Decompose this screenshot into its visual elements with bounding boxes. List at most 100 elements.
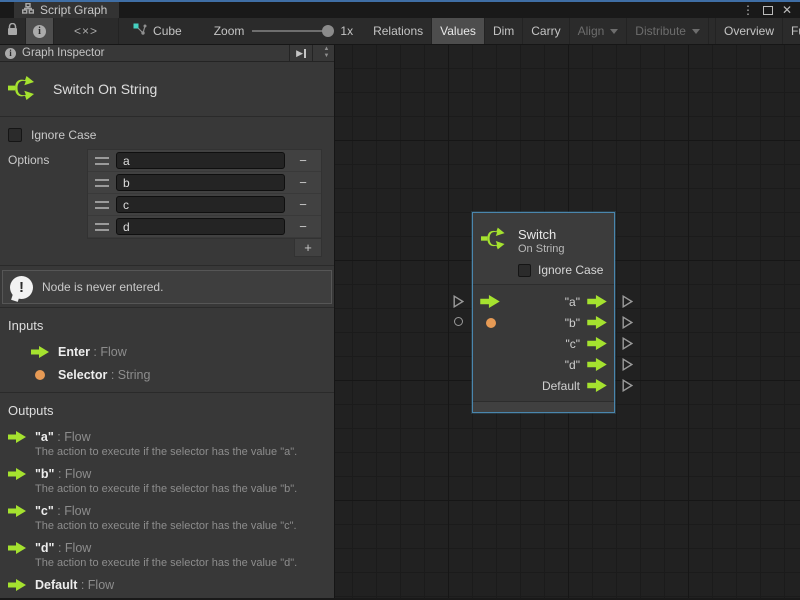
node-header[interactable]: Switch On String Ignore Case (473, 213, 614, 284)
remove-option-button[interactable]: − (289, 175, 317, 190)
toolbar-button[interactable]: Align (570, 18, 628, 44)
flow-output-port-icon[interactable] (587, 316, 607, 329)
node-subtitle: On String (518, 243, 564, 255)
outputs-header: Outputs (8, 403, 326, 418)
dock-panel-button[interactable]: ▶ (289, 45, 313, 61)
info-icon: i (5, 48, 16, 59)
option-value-input[interactable] (116, 218, 285, 235)
port-label: "a" (565, 295, 580, 309)
dock-triangle-icon: ▶ (296, 48, 303, 59)
value-connection-stub-icon[interactable] (454, 317, 463, 326)
toolbar-button[interactable]: Full Screen (783, 18, 800, 44)
inspector-header: i Graph Inspector ▶ ▲ ▼ (0, 45, 334, 62)
output-port-row: "a" : Flow (8, 430, 326, 444)
add-option-button[interactable]: + (294, 239, 322, 257)
option-row: − (88, 216, 321, 238)
scroll-down-icon[interactable]: ▼ (324, 53, 330, 60)
unit-title: Switch On String (53, 81, 157, 97)
unit-settings-section: Ignore Case Options − (0, 117, 334, 266)
graph-reference-button[interactable]: Cube (119, 18, 196, 44)
output-port-row: "b" : Flow (8, 467, 326, 481)
option-value-input[interactable] (116, 196, 285, 213)
toolbar-buttons: Relations Values Dim Carry Align (365, 18, 800, 44)
remove-option-button[interactable]: − (289, 153, 317, 168)
flow-input-port-icon[interactable] (480, 295, 500, 308)
flow-output-port-icon[interactable] (587, 337, 607, 350)
flow-port-icon (31, 346, 49, 358)
port-label: "d" (565, 358, 580, 372)
inspector-toggle-button[interactable]: i (26, 18, 54, 44)
node-port-row: Default (473, 375, 614, 396)
flow-connection-stub-icon[interactable] (622, 316, 633, 332)
flow-connection-stub-icon[interactable] (622, 295, 633, 311)
toolbar-button[interactable]: Values (432, 18, 485, 44)
drag-handle-icon[interactable] (95, 201, 109, 209)
flow-connection-stub-icon[interactable] (622, 358, 633, 374)
graph-toolbar: i <×> Cube Zoom 1x Relations Values (0, 18, 800, 45)
unit-title-section: Switch On String (0, 62, 334, 117)
flow-connection-stub-icon[interactable] (622, 379, 633, 395)
output-port-row: "d" : Flow (8, 541, 326, 555)
warning-bubble-icon: ! (10, 276, 33, 299)
node-ignore-case-checkbox[interactable] (518, 264, 531, 277)
window-titlebar: Script Graph ⋮ ✕ (0, 0, 800, 18)
port-label: "b" (565, 316, 580, 330)
node-title: Switch (518, 227, 564, 242)
tab-label: Script Graph (40, 3, 107, 17)
inputs-section: Inputs Enter : Flow (0, 308, 334, 393)
toolbar-button[interactable]: Carry (523, 18, 569, 44)
panel-scrollbar[interactable]: ▲ ▼ (319, 45, 334, 61)
maximize-icon[interactable] (763, 6, 773, 15)
flow-output-port-icon[interactable] (587, 295, 607, 308)
port-description: The action to execute if the selector ha… (35, 520, 326, 532)
close-icon[interactable]: ✕ (782, 3, 792, 17)
value-input-port-icon[interactable] (486, 318, 496, 328)
toolbar-button[interactable]: Dim (485, 18, 523, 44)
scroll-up-icon[interactable]: ▲ (324, 46, 330, 53)
remove-option-button[interactable]: − (289, 197, 317, 212)
toolbar-button[interactable]: Relations (365, 18, 432, 44)
ignore-case-checkbox[interactable] (8, 128, 22, 142)
port-description: The action to execute if the selector ha… (35, 483, 326, 495)
option-value-input[interactable] (116, 152, 285, 169)
drag-handle-icon[interactable] (95, 223, 109, 231)
script-graph-asset-icon (133, 23, 147, 39)
flow-connection-stub-icon[interactable] (622, 337, 633, 353)
chevron-down-icon (692, 29, 700, 34)
chevron-down-icon (610, 29, 618, 34)
option-value-input[interactable] (116, 174, 285, 191)
outputs-list: "a" : Flow The action to execute if the … (8, 430, 326, 592)
port-description: The action to execute if the selector ha… (35, 557, 326, 569)
zoom-slider[interactable] (252, 30, 332, 32)
inspector-header-title: Graph Inspector (22, 47, 104, 59)
dock-bar-icon (304, 49, 306, 58)
output-port-row: "c" : Flow (8, 504, 326, 518)
node-port-row: "b" (473, 312, 614, 333)
toolbar-button[interactable]: Distribute (627, 18, 709, 44)
flow-output-port-icon[interactable] (587, 379, 607, 392)
switch-on-string-icon (8, 72, 40, 107)
switch-on-string-icon (481, 224, 510, 258)
drag-handle-icon[interactable] (95, 157, 109, 165)
drag-handle-icon[interactable] (95, 179, 109, 187)
graph-canvas[interactable]: Switch On String Ignore Case (335, 45, 800, 598)
code-preview-button[interactable]: <×> (54, 18, 119, 44)
zoom-slider-handle[interactable] (322, 25, 334, 37)
ignore-case-label: Ignore Case (31, 128, 96, 142)
toolbar-button[interactable]: Overview (715, 18, 783, 44)
remove-option-button[interactable]: − (289, 219, 317, 234)
inputs-header: Inputs (8, 318, 326, 333)
tab-script-graph[interactable]: Script Graph (14, 2, 119, 18)
lock-button[interactable] (0, 18, 26, 44)
graph-ref-label: Cube (153, 24, 182, 38)
switch-on-string-node[interactable]: Switch On String Ignore Case (472, 212, 615, 413)
flow-connection-stub-icon[interactable] (453, 295, 464, 311)
window-menu-icon[interactable]: ⋮ (742, 3, 754, 17)
node-footer (473, 401, 614, 412)
flow-output-port-icon[interactable] (587, 358, 607, 371)
flow-port-icon (8, 505, 26, 517)
node-ignore-case-label: Ignore Case (538, 263, 603, 277)
node-port-row: "d" (473, 354, 614, 375)
outputs-section: Outputs "a" : Flow The action t (0, 393, 334, 598)
option-row: − (88, 150, 321, 172)
